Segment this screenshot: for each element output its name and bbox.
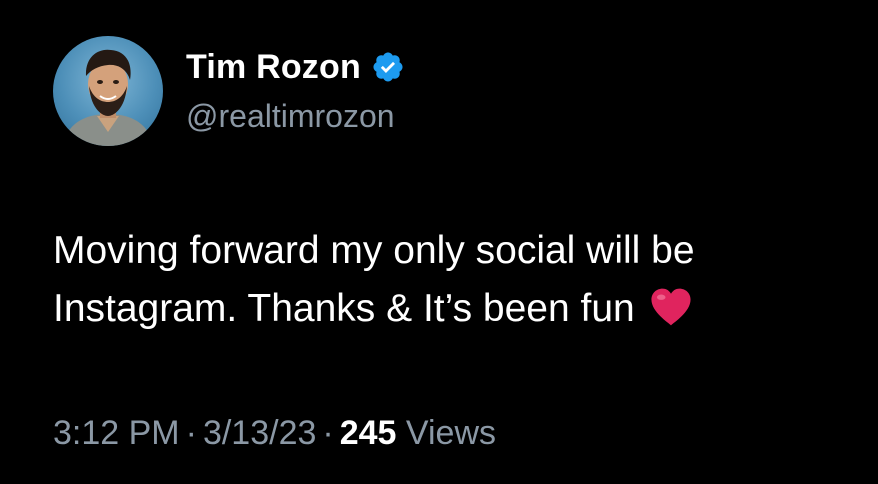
tweet-text: Moving forward my only social will be In… [53,222,853,338]
avatar[interactable] [53,36,163,146]
avatar-portrait-icon [63,49,153,146]
author-name-row[interactable]: Tim Rozon [186,45,405,89]
meta-separator: · [185,414,197,452]
meta-separator: · [322,414,334,452]
tweet-time[interactable]: 3:12 PM [53,414,180,452]
author-handle[interactable]: @realtimrozon [186,98,395,135]
tweet-card: Tim Rozon @realtimrozon Moving forward m… [0,0,878,484]
views-count: 245 [339,414,397,452]
tweet-meta: 3:12 PM · 3/13/23 · 245 Views [53,414,496,453]
heart-icon [651,288,691,326]
display-name[interactable]: Tim Rozon [186,48,361,87]
tweet-text-line-content: Instagram. Thanks & It’s been fun [53,287,635,330]
verified-badge-icon [373,52,403,82]
tweet-text-line: Instagram. Thanks & It’s been fun [53,280,853,338]
tweet-text-line: Moving forward my only social will be [53,229,695,272]
tweet-date[interactable]: 3/13/23 [203,414,316,452]
views-label: Views [405,414,497,452]
